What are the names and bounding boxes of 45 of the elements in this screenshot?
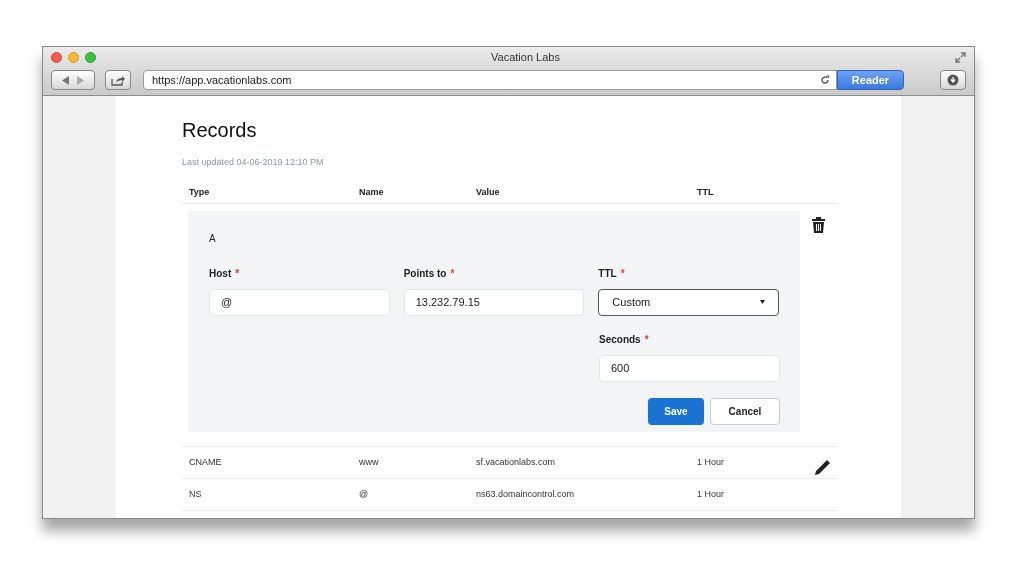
required-mark: * [235, 266, 240, 281]
column-header: Type [189, 186, 211, 200]
ttl-select[interactable]: Custom [598, 288, 779, 316]
field-label: TTL [598, 266, 617, 281]
required-mark: * [644, 332, 649, 347]
save-button[interactable]: Save [648, 397, 704, 425]
table-cell-text: sf.vacationlabs.com [476, 455, 557, 469]
reload-icon[interactable] [820, 75, 830, 85]
url-text: https://app.vacationlabs.com [152, 72, 293, 88]
page-title: Records [182, 120, 258, 140]
column-header: Name [359, 186, 385, 200]
fullscreen-icon[interactable] [955, 51, 966, 63]
input-field[interactable]: 600 [599, 354, 780, 382]
required-mark: * [450, 266, 455, 281]
column-header: TTL [697, 186, 715, 200]
field-label: Seconds [599, 332, 641, 347]
input-field[interactable]: @ [209, 288, 390, 316]
input-field[interactable]: 13.232.79.15 [403, 288, 585, 316]
field-label: Host [209, 266, 232, 281]
back-forward-button[interactable] [51, 70, 95, 90]
download-icon [947, 74, 959, 86]
table-cell-text: ns63.domaincontrol.com [476, 487, 576, 501]
field-label: Points to [403, 266, 447, 281]
caret-icon [760, 300, 765, 304]
table-cell-text: @ [359, 487, 370, 501]
table-cell-text: www [359, 455, 380, 469]
record-type: A [209, 231, 216, 246]
window-title: Vacation Labs [490, 49, 561, 65]
table-cell-text: 1 Hour [697, 455, 725, 469]
cancel-button[interactable]: Cancel [710, 397, 780, 425]
trash-icon[interactable] [812, 216, 825, 233]
share-button[interactable] [105, 70, 131, 90]
required-mark: * [620, 266, 625, 281]
table-cell-text: 1 Hour [697, 487, 725, 501]
back-icon[interactable] [62, 75, 70, 85]
address-bar[interactable]: https://app.vacationlabs.com [143, 70, 837, 90]
column-header: Value [476, 186, 501, 200]
share-icon [111, 74, 125, 86]
close-button[interactable] [51, 51, 62, 63]
table-cell-text: CNAME [189, 455, 223, 469]
zoom-button[interactable] [85, 51, 96, 63]
table-cell-text: NS [189, 487, 203, 501]
pencil-icon[interactable] [815, 459, 830, 475]
last-updated-text: Last updated 04-06-2019 12:10 PM [182, 156, 325, 169]
downloads-button[interactable] [940, 70, 966, 90]
